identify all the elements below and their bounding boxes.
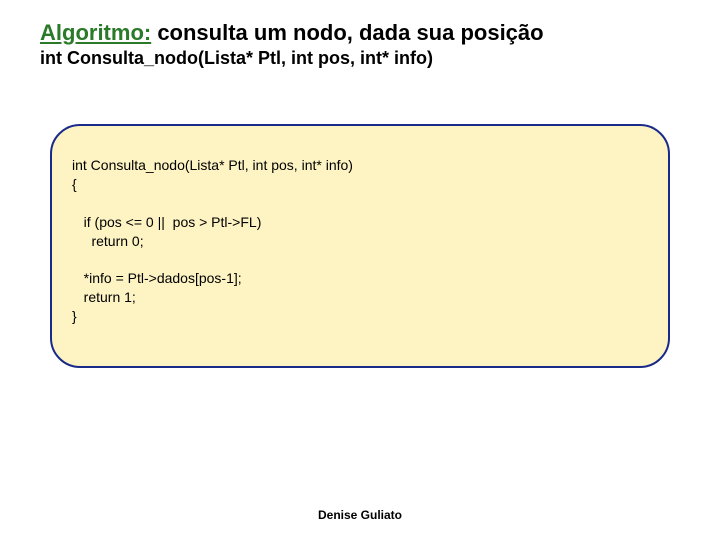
slide: Algoritmo: consulta um nodo, dada sua po…: [0, 0, 720, 368]
title-rest: consulta um nodo, dada sua posição: [151, 20, 543, 45]
slide-title: Algoritmo: consulta um nodo, dada sua po…: [40, 20, 680, 46]
title-keyword: Algoritmo:: [40, 20, 151, 45]
footer-author: Denise Guliato: [0, 508, 720, 522]
function-signature: int Consulta_nodo(Lista* Ptl, int pos, i…: [40, 48, 680, 69]
code-box: int Consulta_nodo(Lista* Ptl, int pos, i…: [50, 124, 670, 368]
